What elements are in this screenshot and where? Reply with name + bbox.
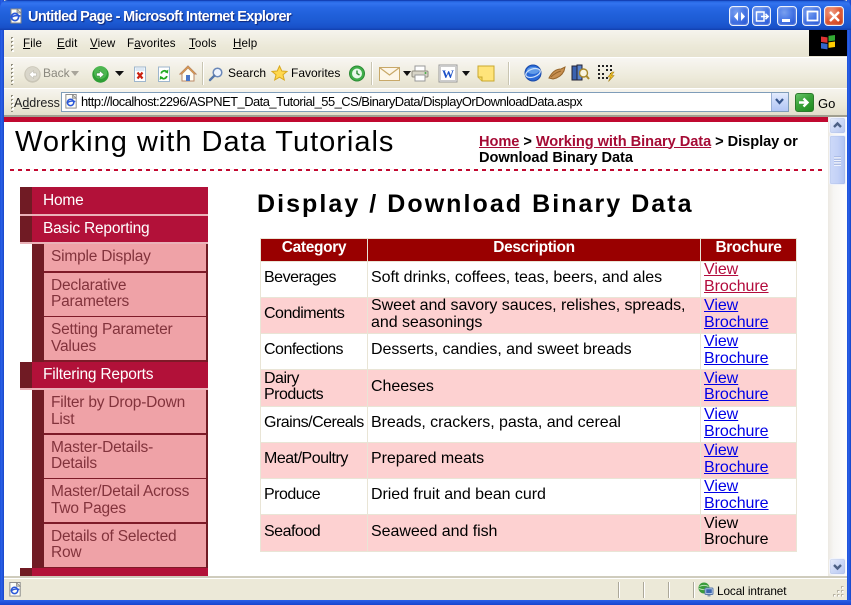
svg-text:W: W <box>442 67 454 81</box>
